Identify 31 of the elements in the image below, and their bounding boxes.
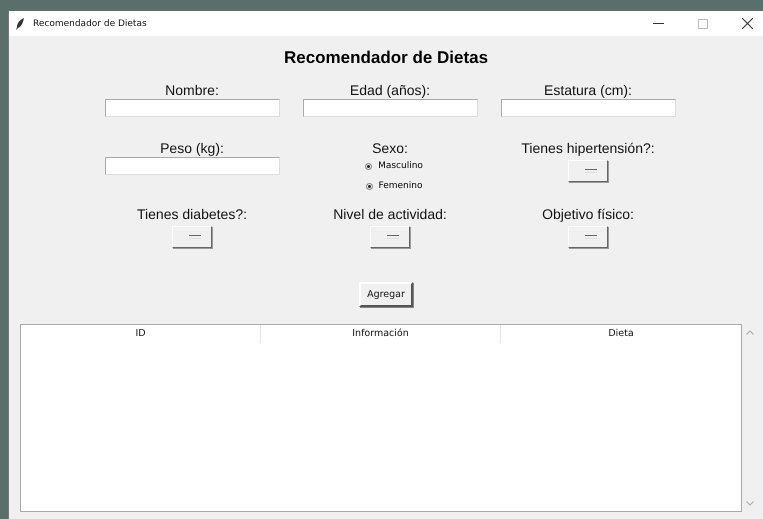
input-field[interactable] (104, 157, 280, 175)
field-label: Estatura (cm): (544, 82, 632, 98)
column-header[interactable]: ID (21, 325, 261, 343)
dropdown-button[interactable] (568, 160, 608, 182)
scroll-up-icon[interactable] (746, 330, 754, 335)
field-label: Peso (kg): (160, 140, 224, 156)
field-label: Tienes diabetes?: (137, 206, 247, 222)
field-label: Tienes hipertensión?: (521, 140, 655, 156)
add-button[interactable]: Agregar (359, 282, 413, 307)
field-label: Edad (años): (350, 82, 430, 98)
dropdown-button[interactable] (568, 226, 608, 248)
column-header[interactable]: Información (261, 325, 501, 343)
field-label: Nombre: (165, 82, 219, 98)
field-label: Nivel de actividad: (333, 206, 447, 222)
scroll-down-icon[interactable] (746, 501, 754, 506)
dropdown-button[interactable] (370, 226, 410, 248)
dropdown-button[interactable] (172, 226, 212, 248)
radio-option[interactable]: Femenino (366, 176, 422, 196)
input-field[interactable] (302, 99, 478, 117)
input-field[interactable] (500, 99, 676, 117)
field-label: Sexo: (372, 140, 408, 156)
field-label: Objetivo físico: (542, 206, 634, 222)
close-icon[interactable] (742, 18, 753, 29)
window-title: Recomendador de Dietas (33, 18, 148, 28)
app-heading: Recomendador de Dietas (284, 48, 488, 68)
minimize-icon[interactable] (653, 22, 664, 24)
maximize-icon[interactable] (698, 18, 708, 28)
feather-icon (15, 18, 25, 30)
radio-option[interactable]: Masculino (365, 156, 423, 176)
input-field[interactable] (104, 99, 280, 117)
column-header[interactable]: Dieta (501, 325, 741, 343)
